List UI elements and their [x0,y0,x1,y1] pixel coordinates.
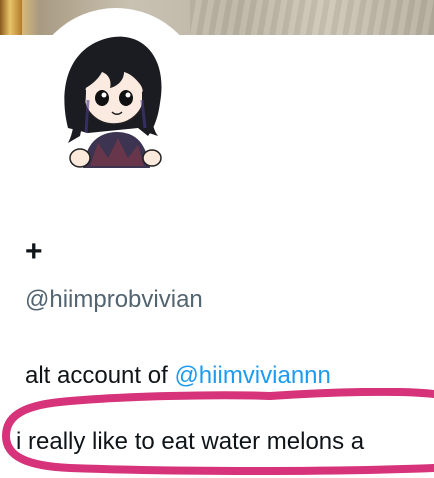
display-name: + [25,235,43,268]
bio-mention-link[interactable]: @hiimviviannn [174,362,330,389]
bio-prefix-text: alt account of [25,362,175,389]
bio-line-1: alt account of @hiimviviannn [25,360,331,392]
profile-avatar[interactable] [28,8,204,184]
banner-texture [190,0,434,35]
banner-frame-decoration [0,0,22,35]
profile-handle: @hiimprobvivian [25,286,203,313]
anime-girl-avatar-icon [64,36,162,168]
bio-line-2: i really like to eat water melons a [16,428,365,455]
